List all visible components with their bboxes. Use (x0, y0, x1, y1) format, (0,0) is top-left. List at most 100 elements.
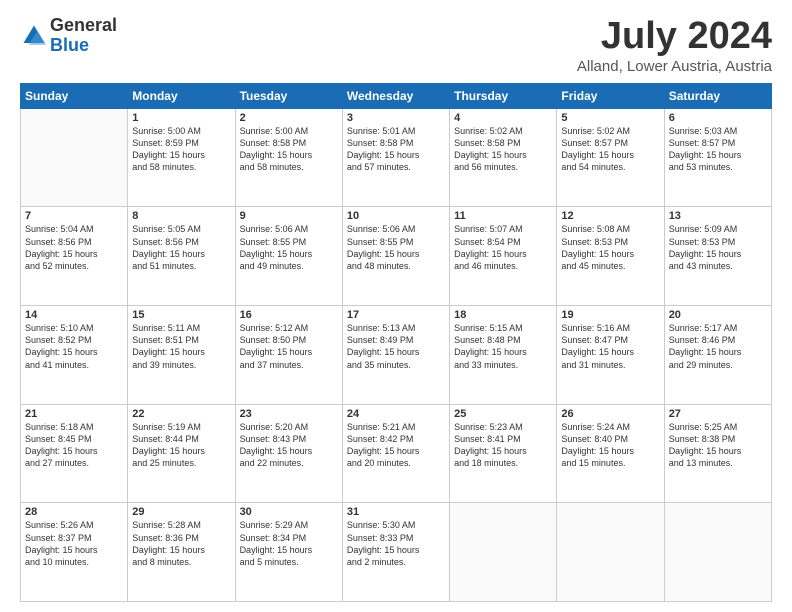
calendar-cell: 3Sunrise: 5:01 AMSunset: 8:58 PMDaylight… (342, 108, 449, 207)
day-number: 7 (25, 210, 123, 222)
calendar-cell: 25Sunrise: 5:23 AMSunset: 8:41 PMDayligh… (450, 404, 557, 503)
calendar-week-row: 7Sunrise: 5:04 AMSunset: 8:56 PMDaylight… (21, 207, 772, 306)
calendar-week-row: 1Sunrise: 5:00 AMSunset: 8:59 PMDaylight… (21, 108, 772, 207)
day-number: 11 (454, 210, 552, 222)
day-number: 4 (454, 112, 552, 124)
calendar-table: SundayMondayTuesdayWednesdayThursdayFrid… (20, 83, 772, 602)
cell-info: Sunrise: 5:03 AMSunset: 8:57 PMDaylight:… (669, 125, 767, 174)
cell-info: Sunrise: 5:02 AMSunset: 8:58 PMDaylight:… (454, 125, 552, 174)
cell-info: Sunrise: 5:04 AMSunset: 8:56 PMDaylight:… (25, 223, 123, 272)
day-number: 19 (561, 309, 659, 321)
cell-info: Sunrise: 5:17 AMSunset: 8:46 PMDaylight:… (669, 322, 767, 371)
location-title: Alland, Lower Austria, Austria (577, 58, 772, 75)
day-number: 21 (25, 408, 123, 420)
day-number: 14 (25, 309, 123, 321)
page: General Blue July 2024 Alland, Lower Aus… (0, 0, 792, 612)
cell-info: Sunrise: 5:24 AMSunset: 8:40 PMDaylight:… (561, 421, 659, 470)
calendar-cell (664, 503, 771, 602)
calendar-cell: 9Sunrise: 5:06 AMSunset: 8:55 PMDaylight… (235, 207, 342, 306)
calendar-cell: 10Sunrise: 5:06 AMSunset: 8:55 PMDayligh… (342, 207, 449, 306)
calendar-week-row: 28Sunrise: 5:26 AMSunset: 8:37 PMDayligh… (21, 503, 772, 602)
cell-info: Sunrise: 5:20 AMSunset: 8:43 PMDaylight:… (240, 421, 338, 470)
cell-info: Sunrise: 5:21 AMSunset: 8:42 PMDaylight:… (347, 421, 445, 470)
day-of-week-header: Tuesday (235, 83, 342, 108)
calendar-cell: 8Sunrise: 5:05 AMSunset: 8:56 PMDaylight… (128, 207, 235, 306)
calendar-cell: 14Sunrise: 5:10 AMSunset: 8:52 PMDayligh… (21, 306, 128, 405)
day-number: 17 (347, 309, 445, 321)
calendar-cell: 1Sunrise: 5:00 AMSunset: 8:59 PMDaylight… (128, 108, 235, 207)
day-of-week-header: Wednesday (342, 83, 449, 108)
calendar-cell: 19Sunrise: 5:16 AMSunset: 8:47 PMDayligh… (557, 306, 664, 405)
calendar-cell: 27Sunrise: 5:25 AMSunset: 8:38 PMDayligh… (664, 404, 771, 503)
calendar-cell: 2Sunrise: 5:00 AMSunset: 8:58 PMDaylight… (235, 108, 342, 207)
cell-info: Sunrise: 5:19 AMSunset: 8:44 PMDaylight:… (132, 421, 230, 470)
day-of-week-header: Sunday (21, 83, 128, 108)
day-number: 22 (132, 408, 230, 420)
calendar-cell: 5Sunrise: 5:02 AMSunset: 8:57 PMDaylight… (557, 108, 664, 207)
day-number: 5 (561, 112, 659, 124)
calendar-cell: 20Sunrise: 5:17 AMSunset: 8:46 PMDayligh… (664, 306, 771, 405)
calendar-cell (21, 108, 128, 207)
day-number: 15 (132, 309, 230, 321)
cell-info: Sunrise: 5:25 AMSunset: 8:38 PMDaylight:… (669, 421, 767, 470)
day-number: 12 (561, 210, 659, 222)
day-number: 28 (25, 506, 123, 518)
day-number: 24 (347, 408, 445, 420)
title-block: July 2024 Alland, Lower Austria, Austria (577, 16, 772, 75)
cell-info: Sunrise: 5:13 AMSunset: 8:49 PMDaylight:… (347, 322, 445, 371)
calendar-cell: 11Sunrise: 5:07 AMSunset: 8:54 PMDayligh… (450, 207, 557, 306)
cell-info: Sunrise: 5:28 AMSunset: 8:36 PMDaylight:… (132, 519, 230, 568)
calendar-cell: 30Sunrise: 5:29 AMSunset: 8:34 PMDayligh… (235, 503, 342, 602)
day-number: 18 (454, 309, 552, 321)
calendar-cell: 31Sunrise: 5:30 AMSunset: 8:33 PMDayligh… (342, 503, 449, 602)
cell-info: Sunrise: 5:23 AMSunset: 8:41 PMDaylight:… (454, 421, 552, 470)
calendar-cell: 24Sunrise: 5:21 AMSunset: 8:42 PMDayligh… (342, 404, 449, 503)
calendar-week-row: 14Sunrise: 5:10 AMSunset: 8:52 PMDayligh… (21, 306, 772, 405)
month-title: July 2024 (577, 16, 772, 58)
cell-info: Sunrise: 5:08 AMSunset: 8:53 PMDaylight:… (561, 223, 659, 272)
day-number: 29 (132, 506, 230, 518)
day-number: 9 (240, 210, 338, 222)
day-number: 16 (240, 309, 338, 321)
calendar-cell: 17Sunrise: 5:13 AMSunset: 8:49 PMDayligh… (342, 306, 449, 405)
calendar-cell: 22Sunrise: 5:19 AMSunset: 8:44 PMDayligh… (128, 404, 235, 503)
day-number: 6 (669, 112, 767, 124)
calendar-cell: 29Sunrise: 5:28 AMSunset: 8:36 PMDayligh… (128, 503, 235, 602)
day-number: 26 (561, 408, 659, 420)
logo: General Blue (20, 16, 117, 56)
cell-info: Sunrise: 5:11 AMSunset: 8:51 PMDaylight:… (132, 322, 230, 371)
calendar-cell: 18Sunrise: 5:15 AMSunset: 8:48 PMDayligh… (450, 306, 557, 405)
cell-info: Sunrise: 5:07 AMSunset: 8:54 PMDaylight:… (454, 223, 552, 272)
logo-blue: Blue (50, 35, 89, 55)
day-number: 20 (669, 309, 767, 321)
calendar-week-row: 21Sunrise: 5:18 AMSunset: 8:45 PMDayligh… (21, 404, 772, 503)
calendar-cell: 6Sunrise: 5:03 AMSunset: 8:57 PMDaylight… (664, 108, 771, 207)
day-number: 8 (132, 210, 230, 222)
cell-info: Sunrise: 5:05 AMSunset: 8:56 PMDaylight:… (132, 223, 230, 272)
calendar-header-row: SundayMondayTuesdayWednesdayThursdayFrid… (21, 83, 772, 108)
day-number: 10 (347, 210, 445, 222)
day-number: 3 (347, 112, 445, 124)
cell-info: Sunrise: 5:15 AMSunset: 8:48 PMDaylight:… (454, 322, 552, 371)
header: General Blue July 2024 Alland, Lower Aus… (20, 16, 772, 75)
day-of-week-header: Thursday (450, 83, 557, 108)
logo-icon (20, 22, 48, 50)
day-number: 27 (669, 408, 767, 420)
cell-info: Sunrise: 5:26 AMSunset: 8:37 PMDaylight:… (25, 519, 123, 568)
cell-info: Sunrise: 5:06 AMSunset: 8:55 PMDaylight:… (240, 223, 338, 272)
day-number: 13 (669, 210, 767, 222)
cell-info: Sunrise: 5:30 AMSunset: 8:33 PMDaylight:… (347, 519, 445, 568)
day-number: 1 (132, 112, 230, 124)
logo-text: General Blue (50, 16, 117, 56)
day-number: 30 (240, 506, 338, 518)
calendar-cell: 21Sunrise: 5:18 AMSunset: 8:45 PMDayligh… (21, 404, 128, 503)
calendar-cell (450, 503, 557, 602)
day-of-week-header: Saturday (664, 83, 771, 108)
calendar-cell: 16Sunrise: 5:12 AMSunset: 8:50 PMDayligh… (235, 306, 342, 405)
calendar-cell: 23Sunrise: 5:20 AMSunset: 8:43 PMDayligh… (235, 404, 342, 503)
calendar-cell: 26Sunrise: 5:24 AMSunset: 8:40 PMDayligh… (557, 404, 664, 503)
day-number: 23 (240, 408, 338, 420)
logo-general: General (50, 15, 117, 35)
cell-info: Sunrise: 5:12 AMSunset: 8:50 PMDaylight:… (240, 322, 338, 371)
cell-info: Sunrise: 5:10 AMSunset: 8:52 PMDaylight:… (25, 322, 123, 371)
